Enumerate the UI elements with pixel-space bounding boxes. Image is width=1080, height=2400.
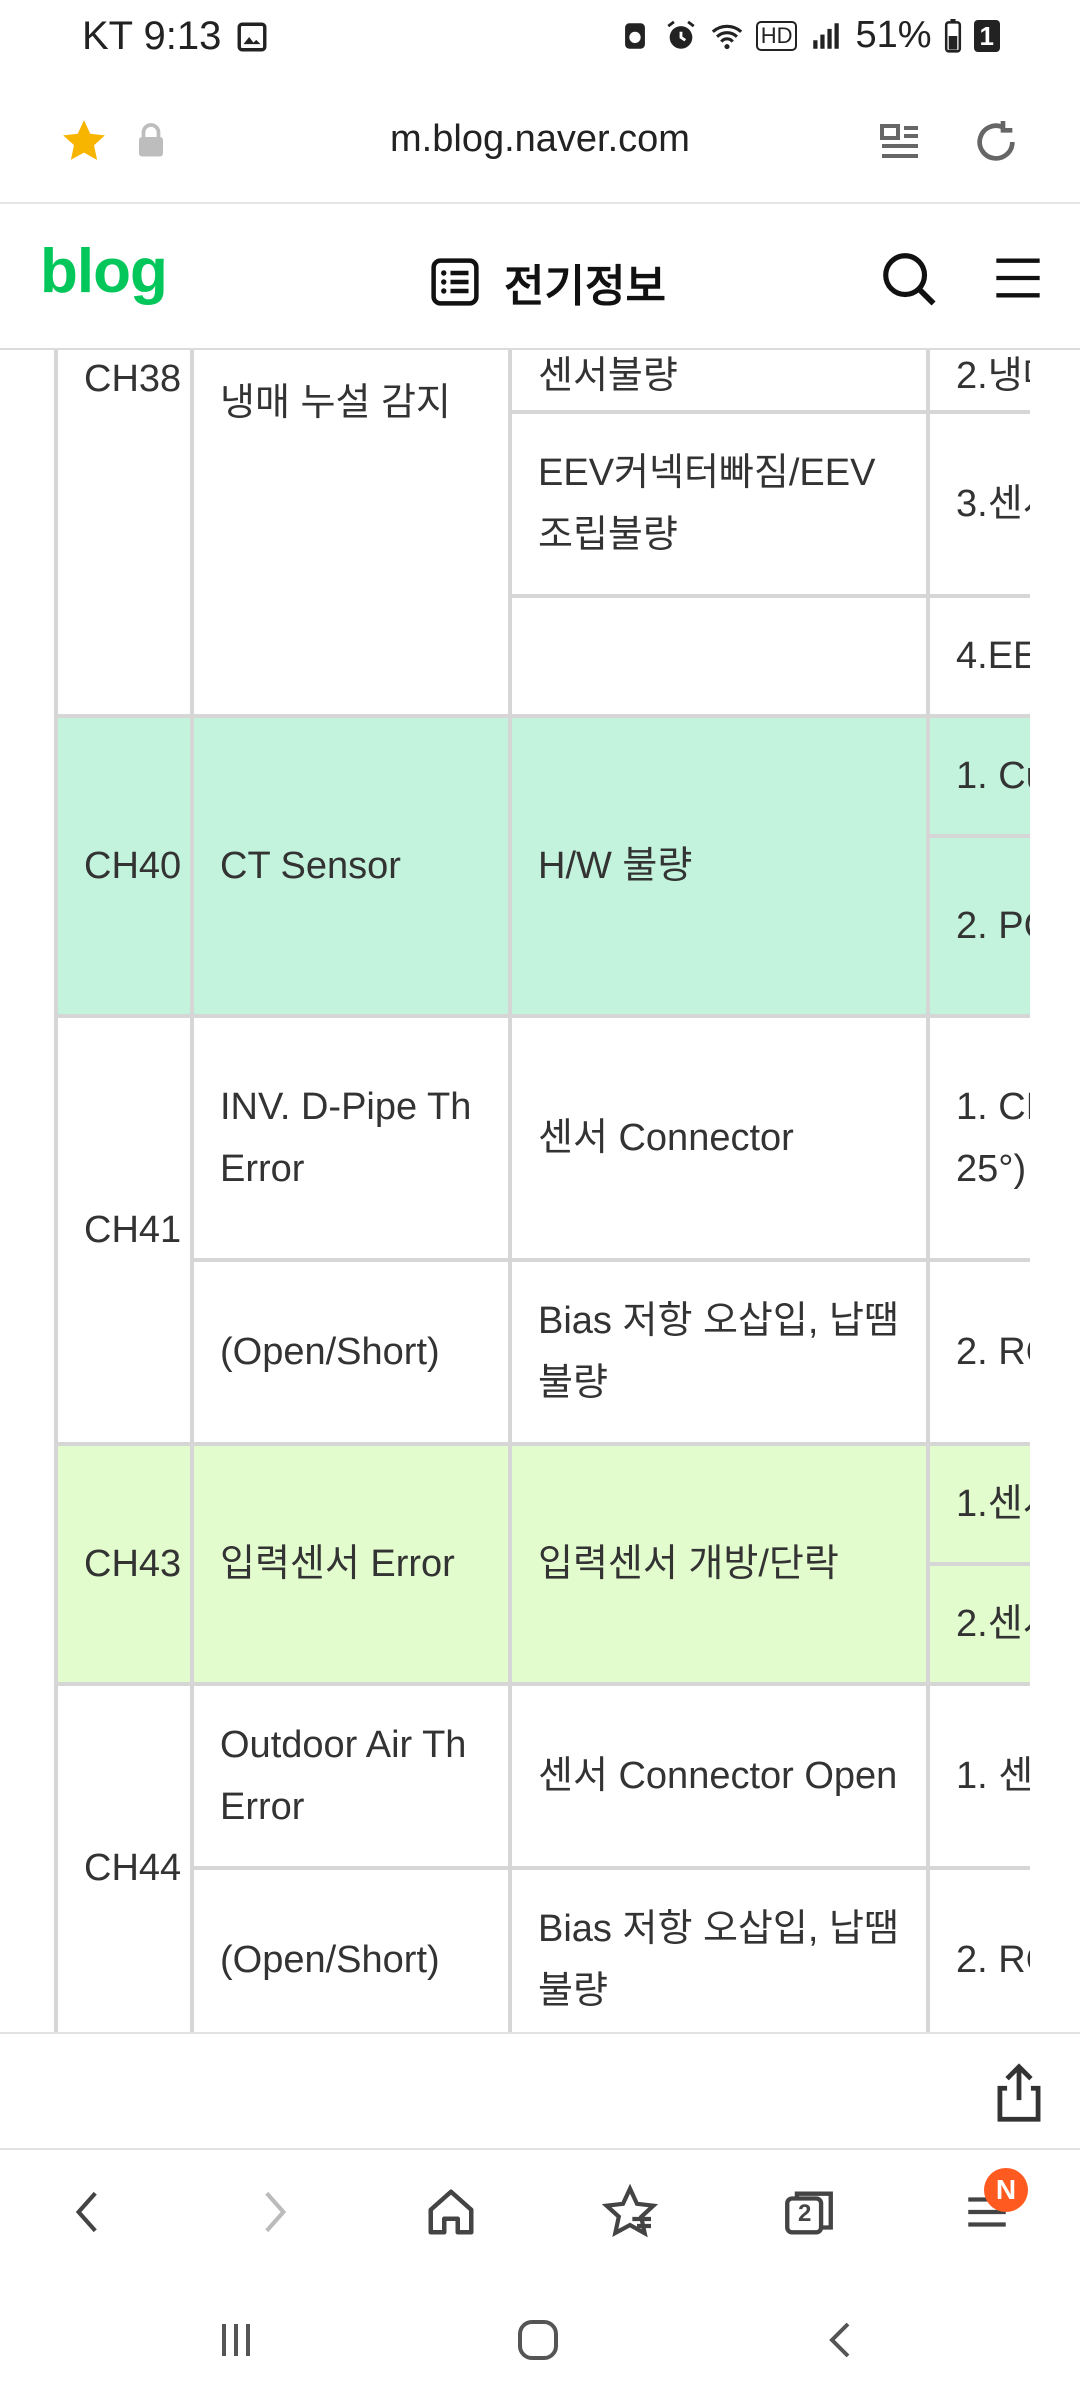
- list-icon: [431, 258, 479, 306]
- error-name-cell: Outdoor Air Th Error: [190, 1682, 512, 1870]
- code-cell: CH41: [54, 1014, 194, 1446]
- status-left: KT 9:13: [82, 14, 269, 59]
- cause-cell: 센서불량: [508, 350, 930, 414]
- recent-apps-icon[interactable]: [212, 2316, 260, 2364]
- battery-percent: 51%: [855, 14, 932, 56]
- error-name-cell: 입력센서 Error: [190, 1442, 512, 1686]
- hd-voice-icon: HD: [755, 20, 798, 51]
- url-bar: m.blog.naver.com: [0, 78, 1080, 204]
- error-name-cell: CT Sensor: [190, 714, 512, 1018]
- cause-cell: 입력센서 개방/단락: [508, 1442, 930, 1686]
- category-title[interactable]: 전기정보: [428, 250, 666, 314]
- alarm-icon: [667, 20, 695, 49]
- sim-badge: 1: [973, 19, 1000, 52]
- table-row: CH44 Outdoor Air Th Error 센서 Connector O…: [54, 1682, 1030, 2032]
- blog-logo[interactable]: blog: [40, 236, 168, 307]
- gallery-notification-icon: [237, 22, 267, 51]
- action-cell: 1.센서: [926, 1442, 1030, 1566]
- signal-icon: [813, 22, 840, 49]
- system-back-icon[interactable]: [818, 2316, 866, 2364]
- cause-cell: Bias 저항 오삽입, 납땜 불량: [508, 1258, 930, 1446]
- action-cell: 2. RO 상태: [926, 1258, 1030, 1446]
- action-cell: 3.센서: [926, 410, 1030, 598]
- search-icon[interactable]: [878, 248, 940, 310]
- action-cell: 1. Cu: [926, 714, 1030, 838]
- reader-mode-icon[interactable]: [876, 118, 924, 166]
- wifi-icon: [711, 24, 742, 49]
- cause-cell: EEV커넥터빠짐/EEV 조립불량: [508, 410, 930, 598]
- error-name-cell: 냉매 누설 감지: [190, 350, 512, 718]
- error-name-cell: (Open/Short): [190, 1258, 512, 1446]
- status-right: HD 51% 1: [618, 14, 1000, 57]
- status-bar: KT 9:13 HD 51% 1: [0, 0, 1080, 78]
- action-cell: 1. CH 인, 선 25°): [926, 1014, 1030, 1262]
- home-icon[interactable]: [424, 2184, 478, 2240]
- cause-cell: [508, 594, 930, 718]
- action-cell: 4.EEV: [926, 594, 1030, 718]
- forward-icon[interactable]: [248, 2184, 298, 2240]
- table-row: (Open/Short) Bias 저항 오삽입, 납땜 불량 2. RO 상태: [56, 1866, 1030, 2032]
- cause-cell: 센서 Connector: [508, 1014, 930, 1262]
- cause-cell: 센서 Connector Open: [508, 1682, 930, 1870]
- battery-icon: [944, 18, 961, 53]
- tabs-button[interactable]: 2: [780, 2184, 838, 2242]
- cause-cell: H/W 불량: [508, 714, 930, 1018]
- action-cell: 2.센서: [926, 1562, 1030, 1686]
- action-cell: 2.냉매: [926, 350, 1030, 414]
- table-row: (Open/Short) Bias 저항 오삽입, 납땜 불량 2. RO 상태: [56, 1258, 1030, 1446]
- menu-icon[interactable]: [992, 252, 1044, 304]
- bookmarks-icon[interactable]: [602, 2184, 658, 2240]
- error-code-table-area[interactable]: CH38 냉매 누설 감지 센서불량 2.냉매 EEV커넥터빠짐/EEV 조립불…: [0, 350, 1030, 2032]
- blog-header: blog 전기정보: [0, 206, 1080, 350]
- cause-cell: Bias 저항 오삽입, 납땜 불량: [508, 1866, 930, 2032]
- error-code-table: CH38 냉매 누설 감지 센서불량 2.냉매 EEV커넥터빠짐/EEV 조립불…: [54, 350, 1030, 2032]
- error-name-cell: INV. D-Pipe Th Error: [190, 1014, 512, 1262]
- error-name-cell: (Open/Short): [190, 1866, 512, 2032]
- carrier-time: KT 9:13: [82, 14, 222, 58]
- action-cell: 2. PC 압 확: [926, 834, 1030, 1018]
- code-cell: CH40: [54, 714, 194, 1018]
- back-icon[interactable]: [64, 2184, 114, 2240]
- table-row: CH43 입력센서 Error 입력센서 개방/단락 1.센서: [54, 1442, 1030, 1686]
- browser-nav-bar: 2 N: [0, 2148, 1080, 2274]
- table-row: CH38 냉매 누설 감지 센서불량 2.냉매: [54, 350, 1030, 718]
- action-cell: 2. RO 상태: [926, 1866, 1030, 2032]
- code-cell: CH44: [54, 1682, 194, 2032]
- table-row: CH40 CT Sensor H/W 불량 1. Cu: [54, 714, 1030, 1018]
- action-cell: 1. 센: [926, 1682, 1030, 1870]
- tabs-count: 2: [798, 2200, 812, 2227]
- system-nav-bar: [0, 2274, 1080, 2400]
- code-cell: CH38: [54, 350, 194, 718]
- share-icon[interactable]: [990, 2062, 1048, 2124]
- new-badge: N: [984, 2168, 1028, 2212]
- home-button-icon[interactable]: [514, 2316, 562, 2364]
- category-title-text: 전기정보: [504, 262, 666, 311]
- recycle-notification-icon: [624, 22, 645, 49]
- table-row: CH41 INV. D-Pipe Th Error 센서 Connector 1…: [54, 1014, 1030, 1446]
- share-bar: [0, 2032, 1080, 2148]
- reload-icon[interactable]: [968, 114, 1024, 170]
- code-cell: CH43: [54, 1442, 194, 1686]
